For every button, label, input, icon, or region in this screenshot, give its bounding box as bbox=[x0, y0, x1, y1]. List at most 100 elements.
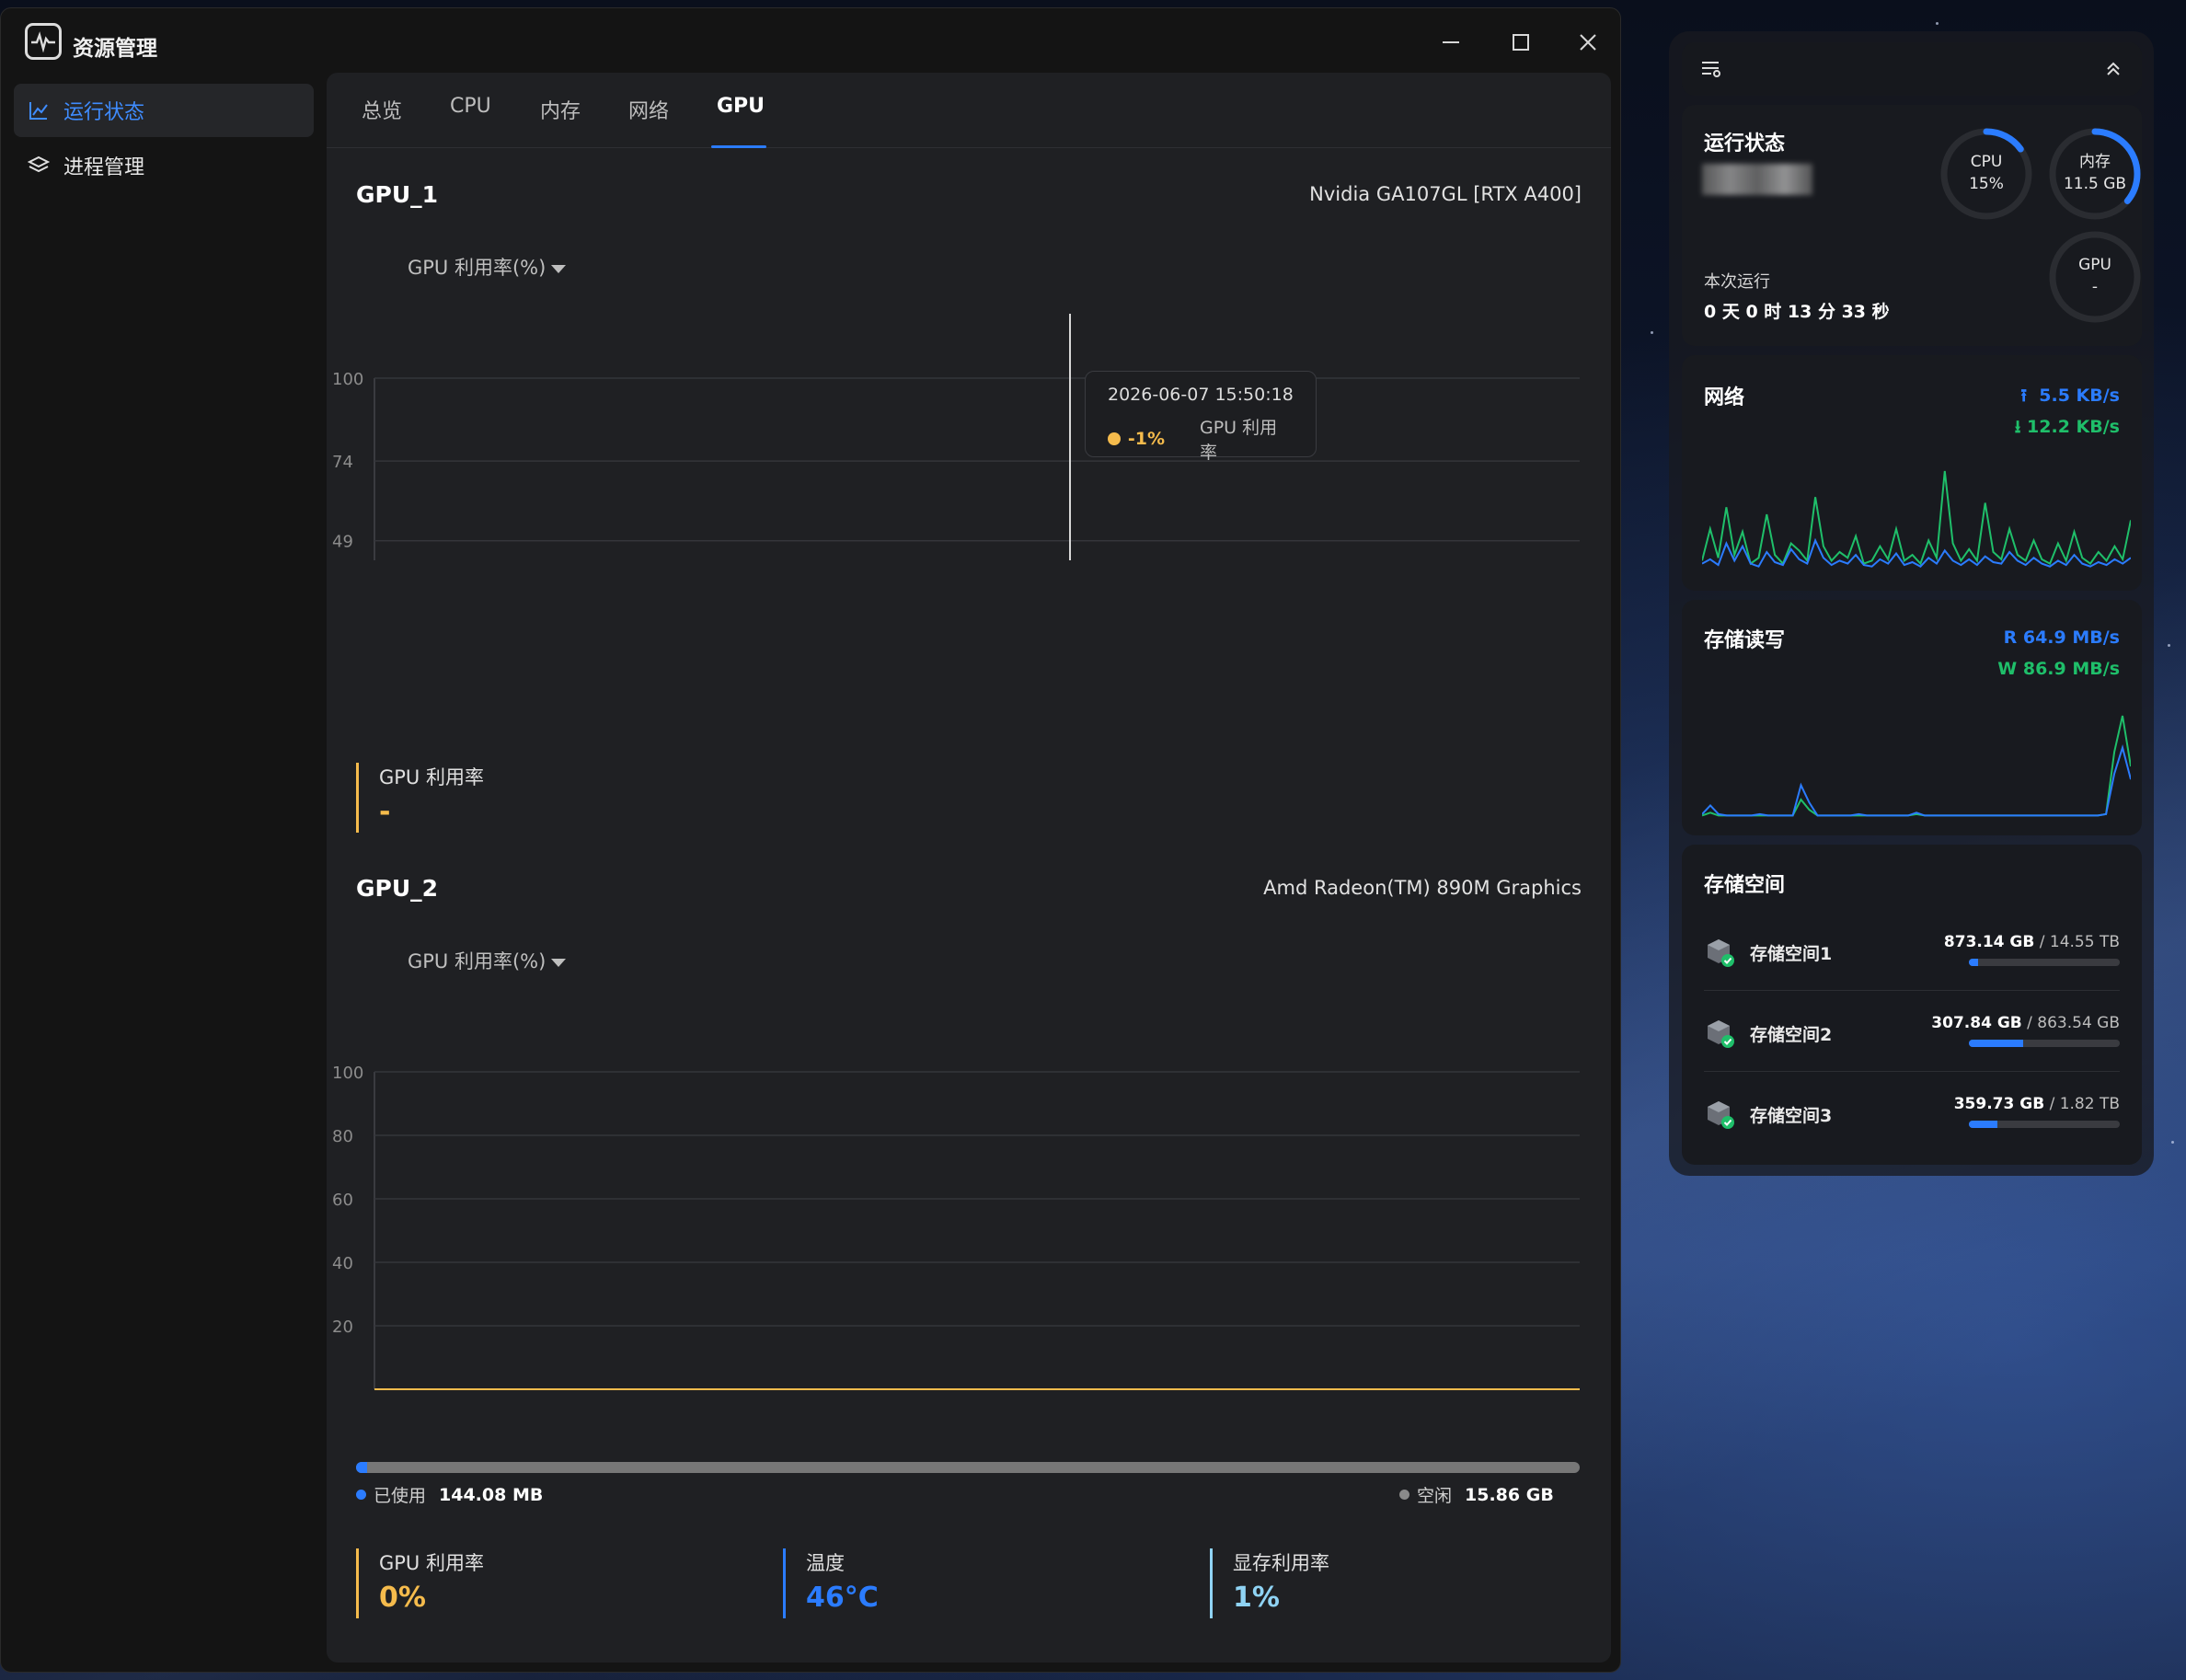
ring-title: CPU bbox=[1970, 153, 2003, 171]
collapse-icon[interactable] bbox=[2103, 59, 2123, 83]
stat-value: - bbox=[379, 796, 391, 828]
upload-icon: ⭱ bbox=[2020, 385, 2028, 406]
download-icon: ⭳ bbox=[2014, 417, 2021, 437]
vram-usage-fill bbox=[356, 1462, 367, 1473]
line-chart-icon bbox=[27, 98, 51, 122]
legend-label: 已使用 bbox=[374, 1486, 427, 1506]
legend-dot-icon bbox=[356, 1490, 366, 1500]
status-card[interactable]: 运行状态 CPU 15% 内存 11.5 GB GPU - 本次运行 0 天 0… bbox=[1682, 105, 2142, 346]
network-upload: ⭱ 5.5 KB/s bbox=[2020, 383, 2120, 412]
disk-icon bbox=[1708, 1101, 1734, 1129]
disk-icon bbox=[1708, 1020, 1734, 1048]
sidebar-item-status[interactable]: 运行状态 bbox=[14, 84, 314, 137]
tooltip-series-name: GPU 利用率 bbox=[1200, 418, 1278, 463]
storage-used: 307.84 GB bbox=[1931, 1014, 2022, 1032]
storage-total: / 1.82 TB bbox=[2049, 1095, 2120, 1113]
storage-write: W 86.9 MB/s bbox=[1997, 659, 2120, 679]
network-card[interactable]: 网络 ⭱ 5.5 KB/s ⭳ 12.2 KB/s bbox=[1682, 355, 2142, 591]
cpu-ring-label: CPU 15% bbox=[1940, 151, 2032, 195]
gpu2-model: Amd Radeon(TM) 890M Graphics bbox=[1263, 877, 1582, 899]
storage-usage-bar bbox=[1969, 1040, 2120, 1047]
sparkline-secondary bbox=[1702, 470, 2131, 566]
storage-space-card[interactable]: 存储空间 存储空间1 873.14 GB / 14.55 TB 存储空间2 30… bbox=[1682, 845, 2142, 1165]
legend-dot-icon bbox=[1399, 1490, 1409, 1500]
gpu1-chart[interactable]: 244974100 bbox=[327, 293, 1611, 707]
vram-usage-bar bbox=[356, 1462, 1580, 1473]
close-button[interactable] bbox=[1562, 21, 1614, 63]
storage-read: R 64.9 MB/s bbox=[2003, 627, 2120, 648]
gpu-ring-label: GPU - bbox=[2049, 254, 2141, 298]
app-icon bbox=[25, 23, 62, 60]
y-tick-label: 80 bbox=[332, 1127, 353, 1146]
uptime-value: 0 天 0 时 13 分 33 秒 bbox=[1704, 302, 1890, 322]
gpu1-metric-select[interactable]: GPU 利用率(%) bbox=[408, 253, 567, 281]
sidebar-item-label: 进程管理 bbox=[63, 156, 145, 179]
tab-bar: 总览 CPU 内存 网络 GPU bbox=[327, 73, 1611, 148]
storage-total: / 863.54 GB bbox=[2027, 1014, 2120, 1032]
star bbox=[2168, 644, 2170, 647]
y-tick-label: 100 bbox=[332, 1064, 363, 1083]
network-sparkline bbox=[1702, 470, 2131, 568]
vram-used-legend: 已使用 144.08 MB bbox=[356, 1482, 543, 1507]
gpu1-stat-utilization: GPU 利用率 - bbox=[356, 763, 484, 833]
gpu2-title: GPU_2 bbox=[356, 875, 439, 902]
ring-title: 内存 bbox=[2079, 153, 2111, 171]
menu-icon[interactable] bbox=[1700, 59, 1722, 83]
tooltip-value: -1% bbox=[1127, 429, 1165, 449]
gpu2-chart[interactable]: 20 40 60 80 100 bbox=[327, 987, 1611, 1484]
sidebar-item-processes[interactable]: 进程管理 bbox=[14, 139, 314, 192]
tab-cpu[interactable]: CPU bbox=[450, 95, 491, 118]
gpu2-chart-svg: 20 40 60 80 100 bbox=[332, 1064, 1580, 1390]
sparkline-secondary bbox=[1702, 715, 2131, 817]
stat-value: 46°C bbox=[806, 1582, 879, 1614]
storage-usage-fill bbox=[1969, 959, 1978, 966]
minimize-button[interactable] bbox=[1425, 21, 1477, 63]
stat-value: 1% bbox=[1233, 1582, 1280, 1614]
gpu2-metric-select[interactable]: GPU 利用率(%) bbox=[408, 947, 567, 974]
y-tick-label: 49 bbox=[332, 533, 353, 552]
hostname-redacted bbox=[1702, 164, 1812, 195]
storage-item[interactable]: 存储空间2 307.84 GB / 863.54 GB bbox=[1682, 990, 2142, 1071]
tab-overview[interactable]: 总览 bbox=[362, 95, 402, 124]
storage-io-title: 存储读写 bbox=[1704, 629, 1786, 652]
sparkline-primary bbox=[1702, 743, 2131, 817]
legend-label: 空闲 bbox=[1417, 1486, 1453, 1506]
tab-network[interactable]: 网络 bbox=[628, 95, 669, 124]
storage-usage-bar bbox=[1969, 959, 2120, 966]
storage-space-title: 存储空间 bbox=[1704, 874, 1786, 897]
ring-value: 15% bbox=[1969, 175, 2004, 193]
main-panel: 总览 CPU 内存 网络 GPU GPU_1 Nvidia GA107GL [R… bbox=[327, 73, 1611, 1663]
title-bar[interactable]: 资源管理 bbox=[1, 8, 1620, 76]
gpu1-metric-label: GPU 利用率(%) bbox=[408, 257, 546, 279]
stat-label: GPU 利用率 bbox=[379, 1552, 484, 1574]
vram-free-legend: 空闲 15.86 GB bbox=[1399, 1482, 1554, 1507]
maximize-button[interactable] bbox=[1495, 21, 1547, 63]
star bbox=[1651, 331, 1653, 334]
gpu1-grid: 244974100 bbox=[332, 370, 1580, 700]
gpu1-model: Nvidia GA107GL [RTX A400] bbox=[1309, 183, 1582, 205]
storage-name: 存储空间3 bbox=[1750, 1106, 1833, 1126]
y-tick-label: 40 bbox=[332, 1254, 353, 1273]
y-tick-label: 74 bbox=[332, 453, 353, 472]
storage-size: 873.14 GB / 14.55 TB bbox=[1944, 933, 2120, 951]
storage-size: 359.73 GB / 1.82 TB bbox=[1954, 1095, 2120, 1113]
sidebar: 运行状态 进程管理 bbox=[14, 84, 314, 194]
storage-io-card[interactable]: 存储读写 R 64.9 MB/s W 86.9 MB/s bbox=[1682, 600, 2142, 835]
storage-size: 307.84 GB / 863.54 GB bbox=[1931, 1014, 2120, 1032]
stat-label: GPU 利用率 bbox=[379, 766, 484, 788]
y-tick-label: 60 bbox=[332, 1191, 353, 1210]
stat-label: 显存利用率 bbox=[1233, 1552, 1329, 1574]
legend-value: 144.08 MB bbox=[439, 1484, 544, 1505]
storage-item[interactable]: 存储空间3 359.73 GB / 1.82 TB bbox=[1682, 1071, 2142, 1152]
ring-value: 11.5 GB bbox=[2063, 175, 2127, 193]
y-tick-label: 20 bbox=[332, 1318, 353, 1337]
disk-icon bbox=[1708, 939, 1734, 967]
tab-memory[interactable]: 内存 bbox=[540, 95, 581, 124]
resource-manager-window: 资源管理 运行状态 进程管理 总览 CPU 内存 网络 GPU GPU_1 Nv… bbox=[0, 7, 1621, 1673]
tab-gpu[interactable]: GPU bbox=[717, 95, 765, 118]
storage-usage-bar bbox=[1969, 1121, 2120, 1128]
storage-io-sparkline bbox=[1702, 715, 2131, 817]
storage-name: 存储空间2 bbox=[1750, 1025, 1833, 1045]
storage-item[interactable]: 存储空间1 873.14 GB / 14.55 TB bbox=[1682, 909, 2142, 990]
gpu1-tooltip: 2026-06-07 15:50:18 -1% GPU 利用率 bbox=[1085, 371, 1317, 463]
